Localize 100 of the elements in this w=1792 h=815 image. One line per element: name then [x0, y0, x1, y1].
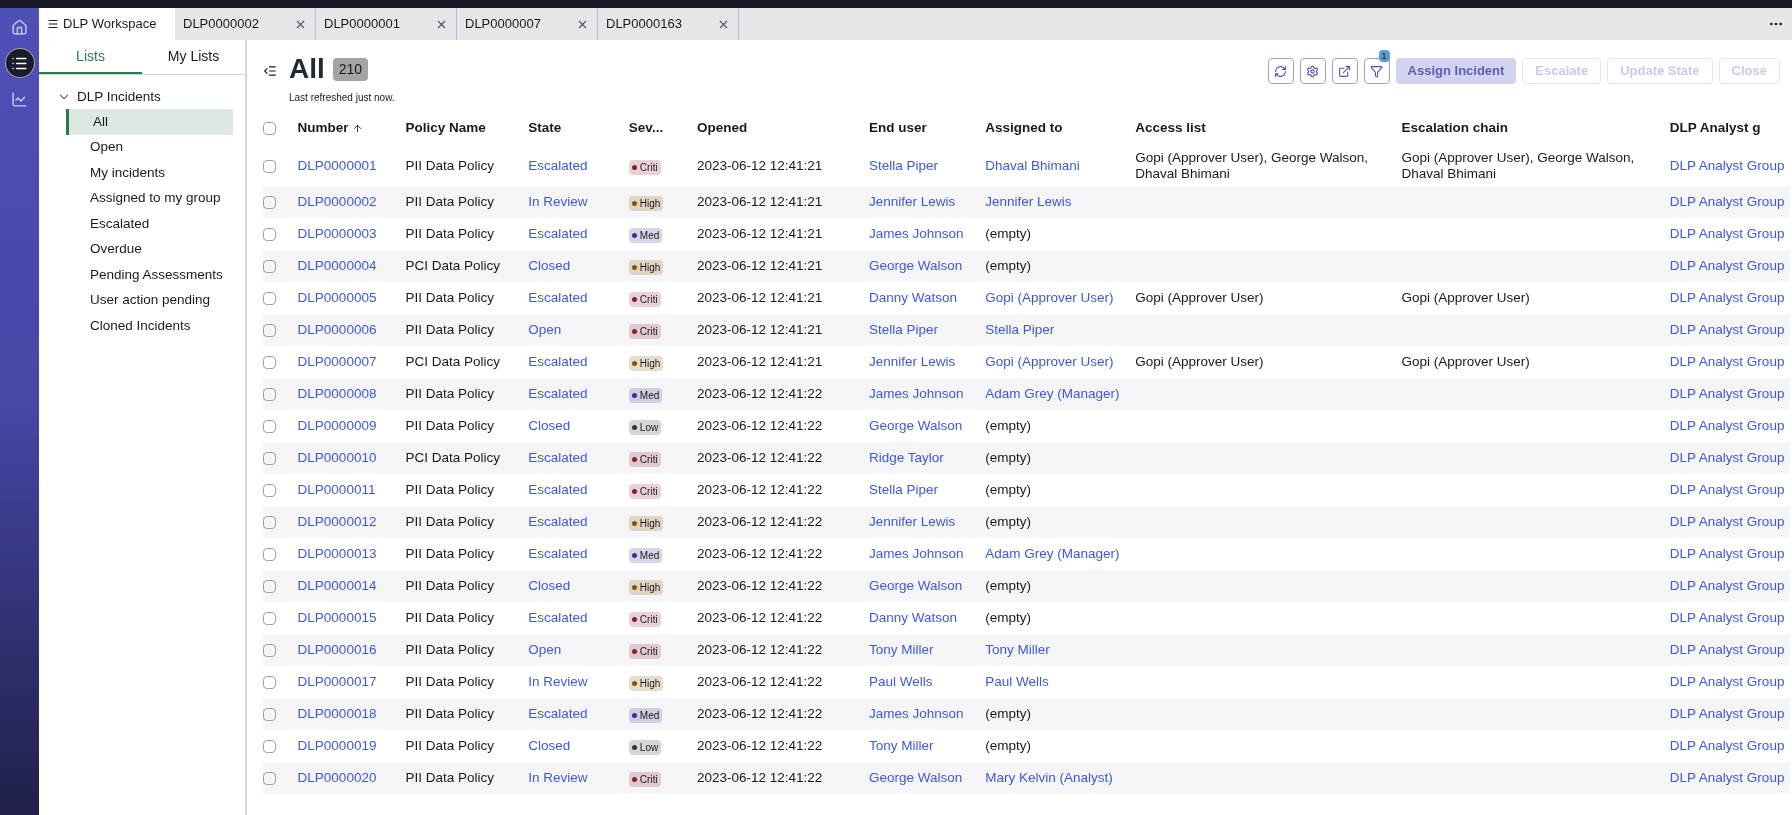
user-link[interactable]: Adam Grey (Manager): [985, 385, 1120, 401]
row-checkbox[interactable]: [263, 579, 276, 593]
table-row[interactable]: DLP0000016 PII Data Policy Open Criti 2023-06-12 12:41:22 Tony Miller Tony Miller DLP Analyst Group: [263, 634, 1790, 666]
table-row[interactable]: DLP0000015 PII Data Policy Escalated Criti 2023-06-12 12:41:22 Danny Watson (empty) DLP Analyst Group: [263, 602, 1790, 634]
group-link[interactable]: DLP Analyst Group: [1669, 673, 1785, 689]
table-row[interactable]: DLP0000007 PCI Data Policy Escalated High 2023-06-12 12:41:21 Jennifer Lewis Gopi (Approver User) Gopi (Approver User) Gopi (Approver User) DLP Analyst Group: [263, 346, 1790, 378]
user-link[interactable]: Danny Watson: [868, 609, 957, 625]
user-link[interactable]: Tony Miller: [985, 641, 1050, 657]
incident-link[interactable]: DLP0000020: [297, 769, 377, 785]
user-link[interactable]: Dhaval Bhimani: [985, 157, 1080, 173]
incident-link[interactable]: DLP0000015: [297, 609, 377, 625]
state-link[interactable]: Closed: [528, 737, 571, 753]
workspace-tab[interactable]: DLP0000163: [598, 8, 739, 40]
table-row[interactable]: DLP0000014 PII Data Policy Closed High 2023-06-12 12:41:22 George Walson (empty) DLP Analyst Group: [263, 570, 1790, 602]
list-item[interactable]: Pending Assessments: [66, 262, 233, 288]
table-row[interactable]: DLP0000010 PCI Data Policy Escalated Criti 2023-06-12 12:41:22 Ridge Taylor (empty) DLP Analyst Group: [263, 442, 1790, 474]
tree-group[interactable]: DLP Incidents: [57, 85, 161, 109]
list-item[interactable]: Assigned to my group: [66, 185, 233, 211]
table-row[interactable]: DLP0000013 PII Data Policy Escalated Med 2023-06-12 12:41:22 James Johnson Adam Grey (Manager) DLP Analyst Group: [263, 538, 1790, 570]
user-link[interactable]: Adam Grey (Manager): [985, 545, 1120, 561]
incident-link[interactable]: DLP0000017: [297, 673, 377, 689]
user-link[interactable]: James Johnson: [868, 385, 964, 401]
table-row[interactable]: DLP0000008 PII Data Policy Escalated Med 2023-06-12 12:41:22 James Johnson Adam Grey (Manager) DLP Analyst Group: [263, 378, 1790, 410]
state-link[interactable]: In Review: [528, 673, 588, 689]
state-link[interactable]: In Review: [528, 769, 588, 785]
user-link[interactable]: Jennifer Lewis: [868, 193, 956, 209]
group-link[interactable]: DLP Analyst Group: [1669, 641, 1785, 657]
table-row[interactable]: DLP0000002 PII Data Policy In Review High 2023-06-12 12:41:21 Jennifer Lewis Jennifer Lewis DLP Analyst Group: [263, 186, 1790, 218]
column-header[interactable]: Assigned to: [985, 117, 1063, 139]
column-header[interactable]: Access list: [1135, 117, 1206, 139]
group-link[interactable]: DLP Analyst Group: [1669, 481, 1785, 497]
state-link[interactable]: Escalated: [528, 545, 588, 561]
column-header[interactable]: End user: [868, 117, 927, 139]
state-link[interactable]: Escalated: [528, 705, 588, 721]
list-item[interactable]: Cloned Incidents: [66, 313, 233, 339]
user-link[interactable]: Stella Piper: [868, 157, 938, 173]
user-link[interactable]: Gopi (Approver User): [985, 353, 1114, 369]
incident-link[interactable]: DLP0000011: [297, 481, 376, 497]
row-checkbox[interactable]: [263, 611, 276, 625]
row-checkbox[interactable]: [263, 259, 276, 273]
table-row[interactable]: DLP0000004 PCI Data Policy Closed High 2023-06-12 12:41:21 George Walson (empty) DLP Analyst Group: [263, 250, 1790, 282]
column-header[interactable]: DLP Analyst g: [1669, 117, 1761, 139]
table-row[interactable]: DLP0000003 PII Data Policy Escalated Med 2023-06-12 12:41:21 James Johnson (empty) DLP Analyst Group: [263, 218, 1790, 250]
list-item[interactable]: Overdue: [66, 236, 233, 262]
incident-link[interactable]: DLP0000003: [297, 225, 377, 241]
column-header[interactable]: State: [528, 117, 562, 139]
state-link[interactable]: Escalated: [528, 481, 588, 497]
incident-link[interactable]: DLP0000008: [297, 385, 377, 401]
list-item[interactable]: Escalated: [66, 211, 233, 237]
incident-link[interactable]: DLP0000013: [297, 545, 377, 561]
table-row[interactable]: DLP0000005 PII Data Policy Escalated Criti 2023-06-12 12:41:21 Danny Watson Gopi (Approver User) Gopi (Approver User) Gopi (Approver User) DLP Analyst Group: [263, 282, 1790, 314]
state-link[interactable]: In Review: [528, 193, 588, 209]
workspace-tab[interactable]: DLP Workspace: [39, 8, 175, 40]
table-row[interactable]: DLP0000009 PII Data Policy Closed Low 2023-06-12 12:41:22 George Walson (empty) DLP Analyst Group: [263, 410, 1790, 442]
incident-link[interactable]: DLP0000005: [297, 289, 377, 305]
group-link[interactable]: DLP Analyst Group: [1669, 769, 1785, 785]
table-row[interactable]: DLP0000018 PII Data Policy Escalated Med 2023-06-12 12:41:22 James Johnson (empty) DLP Analyst Group: [263, 698, 1790, 730]
column-header[interactable]: Escalation chain: [1401, 117, 1508, 139]
incident-link[interactable]: DLP0000002: [297, 193, 377, 209]
row-checkbox[interactable]: [263, 675, 276, 689]
sidebar-tab[interactable]: My Lists: [142, 40, 245, 74]
select-all-checkbox[interactable]: [263, 121, 276, 135]
row-checkbox[interactable]: [263, 323, 276, 337]
state-link[interactable]: Open: [528, 321, 562, 337]
list-item[interactable]: Open: [66, 134, 233, 160]
table-row[interactable]: DLP0000011 PII Data Policy Escalated Criti 2023-06-12 12:41:22 Stella Piper (empty) DLP Analyst Group: [263, 474, 1790, 506]
workspace-tab[interactable]: DLP0000001: [316, 8, 457, 40]
user-link[interactable]: George Walson: [868, 577, 963, 593]
refresh-button[interactable]: [1267, 58, 1294, 84]
group-link[interactable]: DLP Analyst Group: [1669, 257, 1785, 273]
state-link[interactable]: Escalated: [528, 609, 588, 625]
sidebar-tab[interactable]: Lists: [39, 40, 142, 74]
group-link[interactable]: DLP Analyst Group: [1669, 545, 1785, 561]
group-link[interactable]: DLP Analyst Group: [1669, 193, 1785, 209]
state-link[interactable]: Escalated: [528, 513, 588, 529]
table-row[interactable]: DLP0000020 PII Data Policy In Review Criti 2023-06-12 12:41:22 George Walson Mary Kelvin (Analyst) DLP Analyst Group: [263, 762, 1790, 794]
workspace-tab[interactable]: DLP0000007: [457, 8, 598, 40]
user-link[interactable]: Stella Piper: [985, 321, 1055, 337]
incident-link[interactable]: DLP0000018: [297, 705, 377, 721]
user-link[interactable]: Tony Miller: [868, 737, 934, 753]
incident-link[interactable]: DLP0000001: [297, 157, 377, 173]
user-link[interactable]: Stella Piper: [868, 481, 938, 497]
group-link[interactable]: DLP Analyst Group: [1669, 577, 1785, 593]
group-link[interactable]: DLP Analyst Group: [1669, 609, 1785, 625]
user-link[interactable]: Jennifer Lewis: [868, 513, 956, 529]
group-link[interactable]: DLP Analyst Group: [1669, 513, 1785, 529]
row-checkbox[interactable]: [263, 195, 276, 209]
user-link[interactable]: James Johnson: [868, 545, 964, 561]
row-checkbox[interactable]: [263, 771, 276, 785]
group-link[interactable]: DLP Analyst Group: [1669, 449, 1785, 465]
list-item[interactable]: User action pending: [66, 287, 233, 313]
group-link[interactable]: DLP Analyst Group: [1669, 737, 1785, 753]
incident-link[interactable]: DLP0000007: [297, 353, 377, 369]
user-link[interactable]: Gopi (Approver User): [985, 289, 1114, 305]
workspace-tab[interactable]: DLP0000002: [175, 8, 316, 40]
user-link[interactable]: Jennifer Lewis: [868, 353, 956, 369]
row-checkbox[interactable]: [263, 159, 276, 173]
incident-link[interactable]: DLP0000006: [297, 321, 377, 337]
user-link[interactable]: Mary Kelvin (Analyst): [985, 769, 1113, 785]
row-checkbox[interactable]: [263, 227, 276, 241]
